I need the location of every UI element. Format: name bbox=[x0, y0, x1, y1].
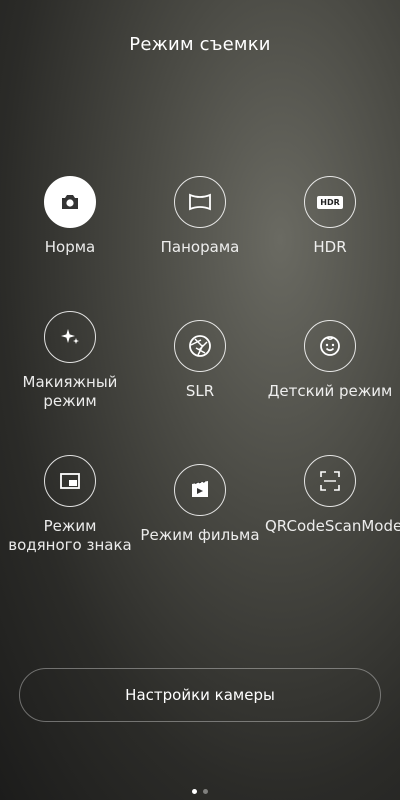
sparkle-icon bbox=[61, 329, 79, 344]
mode-normal-label: Норма bbox=[44, 238, 96, 256]
mode-normal-button[interactable] bbox=[44, 176, 96, 228]
mode-watermark-label: Режим водяного знака bbox=[8, 517, 132, 554]
qr-scan-icon bbox=[320, 471, 340, 491]
camera-settings-label: Настройки камеры bbox=[125, 686, 275, 704]
mode-qr[interactable]: QRCodeScanMode bbox=[265, 455, 400, 536]
mode-watermark-button[interactable] bbox=[44, 455, 96, 507]
hdr-icon: HDR bbox=[317, 195, 343, 209]
page-dot-1[interactable] bbox=[192, 789, 197, 794]
panorama-icon bbox=[189, 193, 211, 211]
mode-film-label: Режим фильма bbox=[140, 526, 260, 544]
mode-hdr[interactable]: HDR HDR bbox=[265, 176, 395, 257]
mode-normal[interactable]: Норма bbox=[5, 176, 135, 257]
baby-face-icon bbox=[320, 336, 340, 356]
mode-makeup[interactable]: Макияжный режим bbox=[5, 311, 135, 411]
mode-film[interactable]: Режим фильма bbox=[135, 464, 265, 545]
watermark-icon bbox=[60, 473, 80, 489]
mode-watermark[interactable]: Режим водяного знака bbox=[5, 455, 135, 555]
mode-hdr-button[interactable]: HDR bbox=[304, 176, 356, 228]
mode-slr[interactable]: SLR bbox=[135, 320, 265, 401]
mode-hdr-label: HDR bbox=[313, 238, 347, 256]
mode-panorama-button[interactable] bbox=[174, 176, 226, 228]
mode-kids-button[interactable] bbox=[304, 320, 356, 372]
aperture-icon bbox=[189, 335, 211, 357]
mode-qr-label: QRCodeScanMode bbox=[265, 517, 400, 535]
mode-panorama[interactable]: Панорама bbox=[135, 176, 265, 257]
camera-icon bbox=[62, 195, 78, 209]
mode-slr-button[interactable] bbox=[174, 320, 226, 372]
film-icon bbox=[192, 481, 208, 497]
mode-slr-label: SLR bbox=[185, 382, 215, 400]
mode-kids[interactable]: Детский режим bbox=[265, 320, 395, 401]
mode-makeup-label: Макияжный режим bbox=[22, 373, 118, 410]
mode-makeup-button[interactable] bbox=[44, 311, 96, 363]
mode-panorama-label: Панорама bbox=[160, 238, 240, 256]
mode-kids-label: Детский режим bbox=[267, 382, 393, 400]
page-indicator bbox=[0, 789, 400, 794]
mode-qr-button[interactable] bbox=[304, 455, 356, 507]
camera-settings-button[interactable]: Настройки камеры bbox=[19, 668, 381, 722]
mode-film-button[interactable] bbox=[174, 464, 226, 516]
page-dot-2[interactable] bbox=[203, 789, 208, 794]
page-title: Режим съемки bbox=[129, 34, 271, 55]
